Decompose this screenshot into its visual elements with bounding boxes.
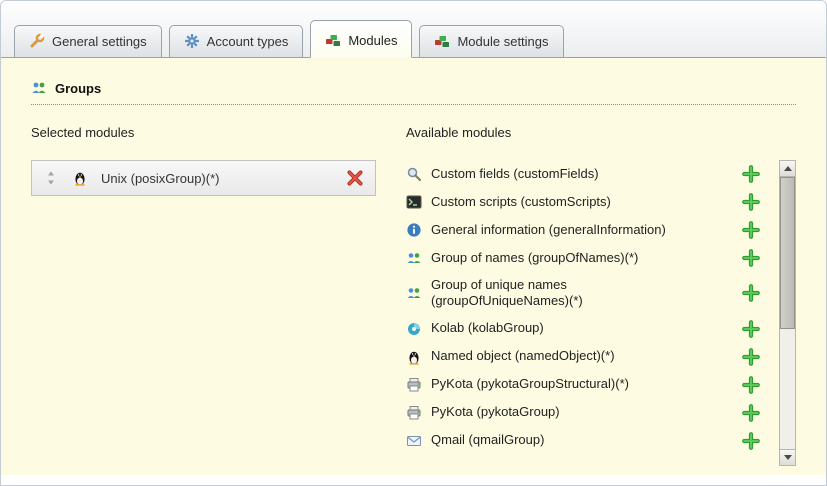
add-module-button[interactable] — [742, 193, 760, 211]
scrollbar-track[interactable] — [780, 177, 795, 449]
selected-modules-heading: Selected modules — [31, 125, 376, 140]
modules-panel: Groups Selected modules Unix (posixGroup… — [1, 58, 826, 475]
add-module-button[interactable] — [742, 404, 760, 422]
available-module-label: Group of unique names (groupOfUniqueName… — [431, 277, 703, 310]
available-modules-list: Custom fields (customFields) Custom scrip… — [406, 160, 760, 455]
group-icon — [406, 285, 422, 301]
available-module-label: Named object (namedObject)(*) — [431, 348, 615, 364]
available-module-label: General information (generalInformation) — [431, 222, 666, 238]
tux-icon — [72, 170, 88, 186]
lam-configuration-window: General settings Account types Modules Modu… — [0, 0, 827, 486]
info-icon — [406, 222, 422, 238]
add-module-button[interactable] — [742, 284, 760, 302]
scroll-down-button[interactable] — [780, 449, 795, 465]
available-module-label: Kolab (kolabGroup) — [431, 320, 544, 336]
selected-modules-list: Unix (posixGroup)(*) — [31, 160, 376, 196]
magnifier-icon — [406, 166, 422, 182]
available-module-label: PyKota (pykotaGroupStructural)(*) — [431, 376, 629, 392]
tux-icon — [406, 349, 422, 365]
add-module-button[interactable] — [742, 348, 760, 366]
available-module-label: Qmail (qmailGroup) — [431, 432, 544, 448]
scroll-up-button[interactable] — [780, 161, 795, 177]
section-title: Groups — [31, 80, 796, 105]
available-module-label: PyKota (pykotaGroup) — [431, 404, 560, 420]
arrow-up-icon — [784, 166, 792, 171]
available-modules-column: Available modules Custom fields (customF… — [406, 125, 796, 466]
available-modules-list-wrapper: Custom fields (customFields) Custom scrip… — [406, 160, 796, 466]
groups-icon — [31, 80, 47, 96]
add-module-button[interactable] — [742, 320, 760, 338]
group-icon — [406, 250, 422, 266]
kolab-icon — [406, 321, 422, 337]
available-module-row: Named object (namedObject)(*) — [406, 343, 760, 371]
tab-label: General settings — [52, 34, 147, 49]
add-module-button[interactable] — [742, 249, 760, 267]
available-module-row: PyKota (pykotaGroupStructural)(*) — [406, 371, 760, 399]
tab-bar: General settings Account types Modules Modu… — [1, 1, 826, 58]
modules-icon — [434, 33, 450, 49]
tab-module-settings[interactable]: Module settings — [419, 25, 563, 57]
available-module-row: Group of unique names (groupOfUniqueName… — [406, 272, 760, 315]
modules-columns: Selected modules Unix (posixGroup)(*) Av… — [31, 125, 796, 466]
available-module-label: Custom fields (customFields) — [431, 166, 599, 182]
add-module-button[interactable] — [742, 432, 760, 450]
drag-handle-icon[interactable] — [43, 170, 59, 186]
arrow-down-icon — [784, 455, 792, 460]
modules-icon — [325, 32, 341, 48]
gear-icon — [184, 33, 200, 49]
tab-account-types[interactable]: Account types — [169, 25, 304, 57]
mail-icon — [406, 433, 422, 449]
tab-label: Modules — [348, 33, 397, 48]
printer-icon — [406, 377, 422, 393]
available-module-row: Qmail (qmailGroup) — [406, 427, 760, 455]
add-module-button[interactable] — [742, 221, 760, 239]
tab-label: Account types — [207, 34, 289, 49]
available-module-row: Custom fields (customFields) — [406, 160, 760, 188]
add-module-button[interactable] — [742, 376, 760, 394]
wrench-icon — [29, 33, 45, 49]
available-modules-heading: Available modules — [406, 125, 796, 140]
tab-general-settings[interactable]: General settings — [14, 25, 162, 57]
available-module-row: PyKota (pykotaGroup) — [406, 399, 760, 427]
section-title-label: Groups — [55, 81, 101, 96]
remove-module-button[interactable] — [346, 169, 364, 187]
available-module-row: Custom scripts (customScripts) — [406, 188, 760, 216]
available-module-row: Kolab (kolabGroup) — [406, 315, 760, 343]
add-module-button[interactable] — [742, 165, 760, 183]
selected-module-row[interactable]: Unix (posixGroup)(*) — [31, 160, 376, 196]
available-module-row: General information (generalInformation) — [406, 216, 760, 244]
selected-module-label: Unix (posixGroup)(*) — [101, 171, 333, 186]
scrollbar-thumb[interactable] — [780, 177, 795, 329]
available-module-label: Custom scripts (customScripts) — [431, 194, 611, 210]
available-module-row: Group of names (groupOfNames)(*) — [406, 244, 760, 272]
selected-modules-column: Selected modules Unix (posixGroup)(*) — [31, 125, 376, 466]
available-modules-scrollbar[interactable] — [779, 160, 796, 466]
available-module-label: Group of names (groupOfNames)(*) — [431, 250, 638, 266]
terminal-icon — [406, 194, 422, 210]
tab-modules[interactable]: Modules — [310, 20, 412, 58]
printer-icon — [406, 405, 422, 421]
tab-label: Module settings — [457, 34, 548, 49]
